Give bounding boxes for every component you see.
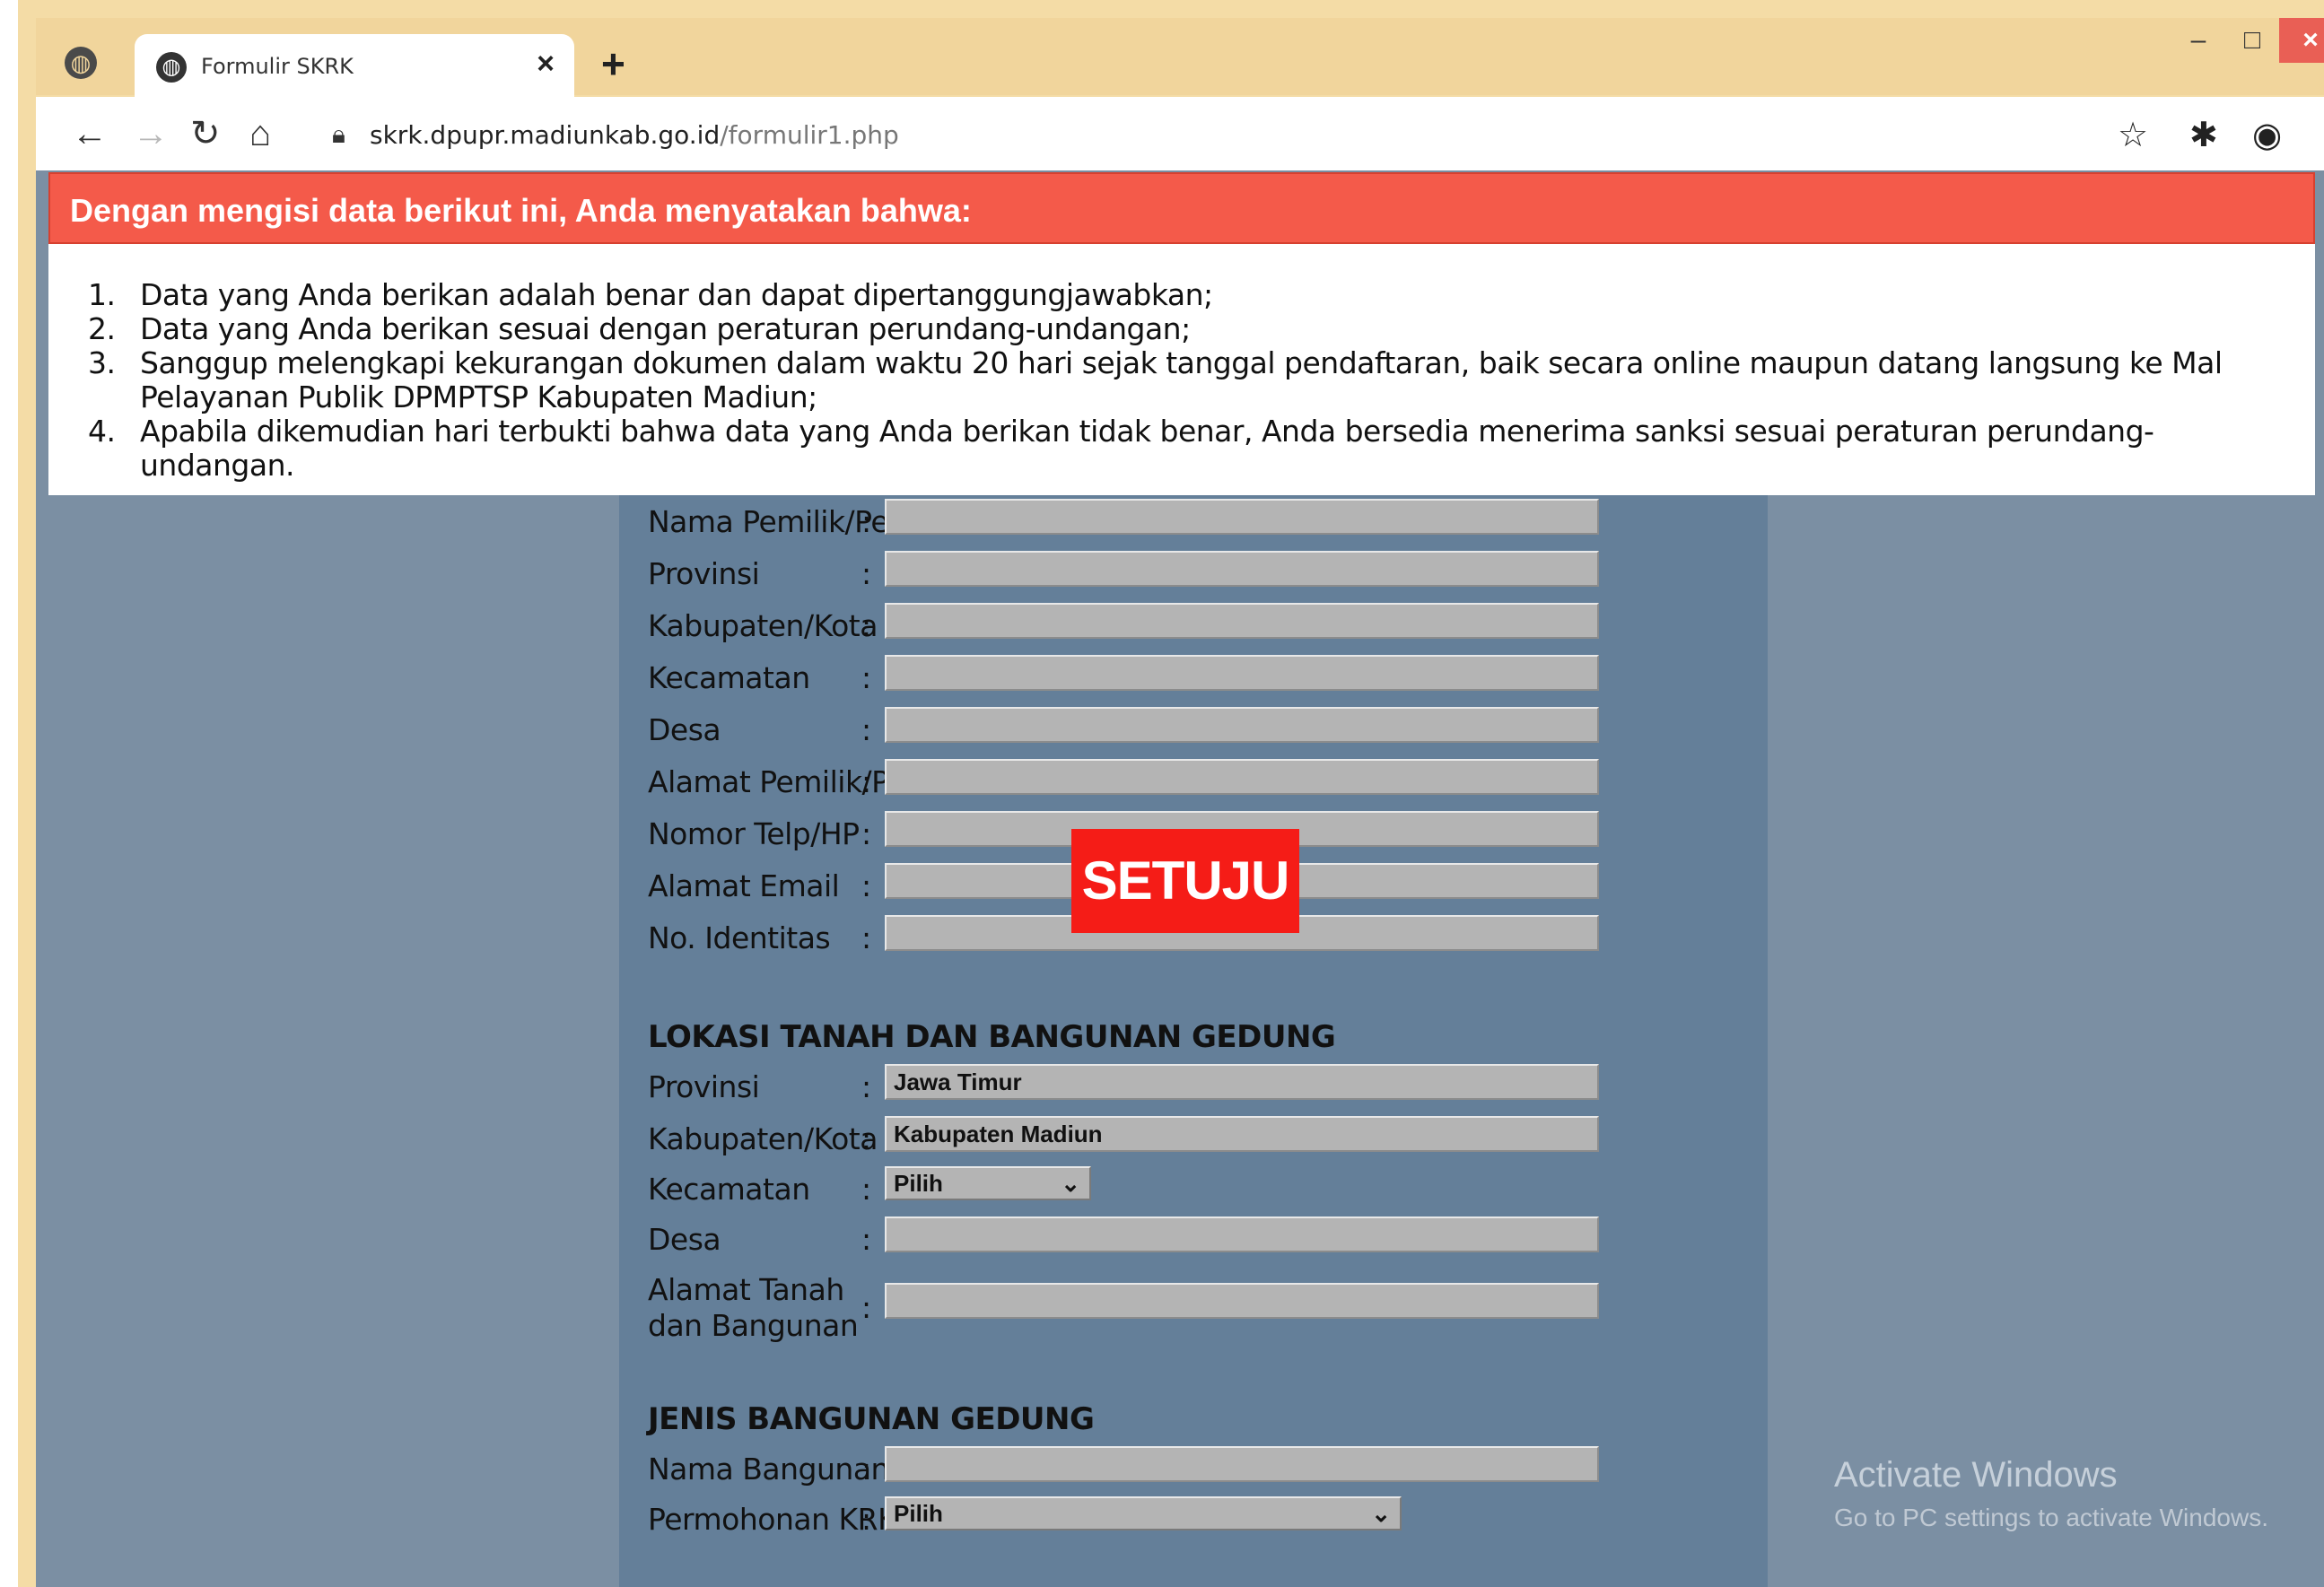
statement-banner: Dengan mengisi data berikut ini, Anda me… — [48, 172, 2315, 244]
list-number: 4. — [88, 414, 116, 449]
label-email: Alamat Email — [648, 868, 840, 903]
lokasi-provinsi-input[interactable]: Jawa Timur — [885, 1064, 1599, 1100]
label-permohonan-krk: Permohonan KRK — [648, 1502, 897, 1537]
arrow-left-icon[interactable]: ← — [72, 113, 108, 154]
banner-text: Dengan mengisi data berikut ini, Anda me… — [70, 192, 972, 229]
browser-window: ◍ ◍ Formulir SKRK × + – □ × ← → ↻ ⌂ 🔒︎ s… — [0, 0, 2324, 1587]
kecamatan-input[interactable] — [885, 655, 1599, 691]
arrow-right-icon[interactable]: → — [133, 113, 169, 154]
colon: : — [861, 1502, 872, 1537]
lokasi-kecamatan-select[interactable]: Pilih ⌄ — [885, 1166, 1091, 1200]
label-desa: Desa — [648, 712, 721, 747]
plus-icon[interactable]: + — [601, 43, 625, 84]
colon: : — [861, 1290, 872, 1325]
label-lokasi-desa: Desa — [648, 1222, 721, 1257]
label-nomor-telp: Nomor Telp/HP — [648, 816, 860, 851]
colon: : — [861, 1172, 872, 1207]
puzzle-icon[interactable]: ✱ — [2189, 115, 2218, 156]
label-provinsi: Provinsi — [648, 556, 760, 591]
colon: : — [861, 764, 872, 799]
globe-icon[interactable]: ◍ — [65, 47, 97, 79]
list-item: 4. Apabila dikemudian hari terbukti bahwa… — [88, 414, 2295, 483]
form-panel: Nama Pemilik/Perusahaan : Provinsi : Kab… — [619, 495, 1768, 1587]
browser-tab-active[interactable]: ◍ Formulir SKRK × — [135, 34, 574, 99]
colon: : — [861, 816, 872, 851]
colon: : — [861, 868, 872, 903]
lokasi-kabupaten-input[interactable]: Kabupaten Madiun — [885, 1116, 1599, 1152]
window-close-icon[interactable]: × — [2279, 18, 2324, 63]
section-title-lokasi: LOKASI TANAH DAN BANGUNAN GEDUNG — [648, 1019, 1336, 1055]
nama-pemilik-input[interactable] — [885, 499, 1599, 535]
label-alamat-tanah: Alamat Tanah dan Bangunan — [648, 1272, 859, 1343]
statement-list-panel: 1. Data yang Anda berikan adalah benar da… — [48, 244, 2315, 495]
list-number: 3. — [88, 345, 116, 380]
colon: : — [861, 556, 872, 591]
setuju-button[interactable]: SETUJU — [1071, 829, 1299, 933]
list-item: 1. Data yang Anda berikan adalah benar da… — [88, 278, 2295, 312]
label-kecamatan: Kecamatan — [648, 660, 810, 695]
alamat-tanah-input[interactable] — [885, 1283, 1599, 1319]
desa-input[interactable] — [885, 707, 1599, 743]
select-value: Pilih — [894, 1170, 943, 1197]
label-lokasi-kabupaten: Kabupaten/Kota — [648, 1121, 878, 1156]
lock-icon[interactable]: 🔒︎ — [332, 120, 345, 150]
reload-icon[interactable]: ↻ — [190, 113, 221, 154]
lokasi-desa-input[interactable] — [885, 1216, 1599, 1252]
label-identitas: No. Identitas — [648, 920, 831, 955]
list-item: 3. Sanggup melengkapi kekurangan dokumen … — [88, 346, 2295, 414]
list-item: 2. Data yang Anda berikan sesuai dengan p… — [88, 312, 2295, 346]
address-bar[interactable]: skrk.dpupr.madiunkab.go.id/formulir1.php — [370, 120, 899, 150]
label-nama-bangunan: Nama Bangunan — [648, 1452, 889, 1487]
colon: : — [861, 1452, 872, 1487]
minimize-icon[interactable]: – — [2171, 18, 2225, 63]
activate-windows-subtitle: Go to PC settings to activate Windows. — [1834, 1504, 2268, 1531]
label-lokasi-kecamatan: Kecamatan — [648, 1172, 810, 1207]
activate-windows-title: Activate Windows — [1834, 1455, 2118, 1495]
kebab-menu-icon[interactable]: ⋮ — [2315, 115, 2324, 156]
section-title-jenis: JENIS BANGUNAN GEDUNG — [648, 1401, 1095, 1437]
close-icon[interactable]: × — [537, 47, 555, 82]
colon: : — [861, 712, 872, 747]
url-path: /formulir1.php — [720, 120, 899, 150]
home-icon[interactable]: ⌂ — [249, 113, 271, 154]
colon: : — [861, 608, 872, 643]
url-domain: skrk.dpupr.madiunkab.go.id — [370, 120, 721, 150]
globe-icon: ◍ — [156, 52, 187, 83]
select-value: Pilih — [894, 1500, 943, 1527]
list-number: 1. — [88, 277, 116, 312]
account-icon[interactable]: ◉ — [2252, 115, 2282, 156]
colon: : — [861, 1121, 872, 1156]
statement-list: 1. Data yang Anda berikan adalah benar da… — [88, 278, 2295, 483]
page-viewport: Dengan mengisi data berikut ini, Anda me… — [36, 170, 2324, 1587]
label-kabupaten: Kabupaten/Kota — [648, 608, 878, 643]
list-text: Data yang Anda berikan adalah benar dan … — [140, 277, 1213, 312]
tab-title: Formulir SKRK — [201, 54, 354, 79]
label-lokasi-provinsi: Provinsi — [648, 1069, 760, 1104]
list-text: Sanggup melengkapi kekurangan dokumen da… — [140, 345, 2223, 414]
colon: : — [861, 504, 872, 539]
chevron-down-icon: ⌄ — [1061, 1170, 1080, 1197]
list-text: Apabila dikemudian hari terbukti bahwa d… — [140, 414, 2154, 483]
provinsi-input[interactable] — [885, 551, 1599, 587]
alamat-pemilik-input[interactable] — [885, 759, 1599, 795]
browser-toolbar: ← → ↻ ⌂ 🔒︎ skrk.dpupr.madiunkab.go.id/fo… — [36, 97, 2324, 170]
list-text: Data yang Anda berikan sesuai dengan per… — [140, 311, 1191, 346]
colon: : — [861, 1069, 872, 1104]
star-icon[interactable]: ☆ — [2118, 115, 2148, 156]
kabupaten-input[interactable] — [885, 603, 1599, 639]
nama-bangunan-input[interactable] — [885, 1446, 1599, 1482]
colon: : — [861, 920, 872, 955]
permohonan-krk-select[interactable]: Pilih ⌄ — [885, 1496, 1402, 1530]
colon: : — [861, 1222, 872, 1257]
list-number: 2. — [88, 311, 116, 346]
chevron-down-icon: ⌄ — [1371, 1500, 1391, 1527]
maximize-icon[interactable]: □ — [2225, 18, 2279, 63]
colon: : — [861, 660, 872, 695]
